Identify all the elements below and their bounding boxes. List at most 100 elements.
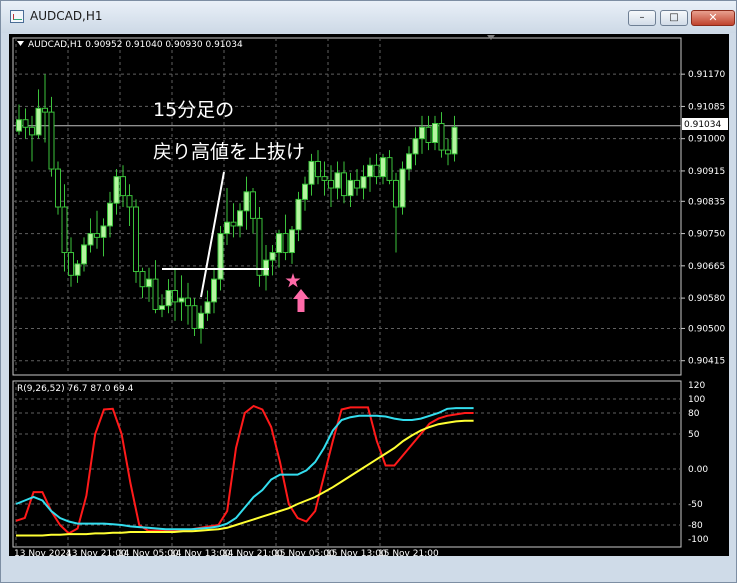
candle-bear (191, 305, 198, 329)
indicator-tick-label: -100 (688, 535, 709, 545)
candle-bull (204, 301, 211, 314)
candle-bear (230, 221, 237, 227)
candle-bear (139, 271, 146, 288)
rci-lines (15, 404, 474, 537)
candle-bull (302, 183, 308, 200)
candle-bull (178, 297, 185, 303)
current-price-label: 0.91034 (684, 120, 721, 130)
price-tick-label: 0.90915 (688, 167, 725, 177)
price-tick-label: 0.90665 (688, 262, 725, 272)
time-axis: 13 Nov 202413 Nov 21:0014 Nov 05:0014 No… (14, 549, 439, 559)
rci-slow-line (16, 419, 474, 537)
candle-bear (354, 179, 360, 189)
candle-bear (445, 149, 451, 155)
price-tick-label: 0.90580 (688, 294, 725, 304)
candle-bull (81, 244, 87, 265)
price-tick-label: 0.91170 (688, 70, 725, 80)
candle-bull (406, 153, 412, 170)
candle-bear (315, 160, 321, 178)
main-panel-frame (12, 37, 682, 376)
price-tick-label: 0.91000 (688, 135, 725, 145)
candle-bull (224, 221, 230, 235)
candle-bear (172, 290, 178, 303)
candle-bear (256, 217, 263, 276)
indicator-tick-label: -80 (688, 521, 703, 531)
candle-bull (399, 168, 406, 208)
candle-bull (217, 233, 224, 280)
candle-bear (42, 107, 48, 113)
candle-bear (373, 164, 380, 178)
candle-bear (120, 176, 126, 197)
candle-bear (185, 297, 191, 307)
candle-bull (308, 160, 315, 185)
annotation-line-2: 戻り高値を上抜け (153, 141, 305, 163)
price-tick-label: 0.90500 (688, 324, 725, 334)
indicator-label: R(9,26,52) 76.7 87.0 69.4 (17, 384, 134, 394)
indicator-tick-label: 80 (688, 409, 700, 419)
time-tick-label: 15 Nov 21:00 (378, 549, 439, 556)
candle-bull (211, 278, 217, 303)
candle-bull (87, 233, 94, 246)
candle-bear (282, 233, 289, 254)
price-chart[interactable]: AUDCAD,H1 0.90952 0.91040 0.90930 0.9103… (9, 34, 729, 559)
candle-bull (107, 202, 113, 227)
candle-bear (438, 123, 445, 151)
chart-window: AUDCAD,H1 – □ ✕ AUDCAD,H1 0.90952 0.9104… (0, 0, 737, 583)
candle-bear (250, 191, 256, 219)
candle-bull (419, 126, 425, 140)
maximize-button[interactable]: □ (660, 10, 688, 26)
candle-bull (243, 191, 250, 212)
chart-menu-arrow-icon[interactable] (17, 41, 24, 46)
candle-bull (269, 252, 276, 261)
candle-bear (341, 172, 347, 197)
candle-bull (35, 107, 42, 136)
chart-area[interactable]: AUDCAD,H1 0.90952 0.91040 0.90930 0.9103… (9, 34, 729, 559)
candle-bull (146, 278, 152, 288)
candle-bear (48, 111, 55, 170)
candle-bull (380, 157, 386, 178)
minimize-icon: – (639, 12, 645, 23)
star-marker-icon (285, 273, 301, 288)
candle-bear (425, 126, 432, 143)
window-title: AUDCAD,H1 (30, 9, 103, 23)
candle-bull (367, 164, 373, 178)
candle-bear (393, 179, 399, 208)
grid (13, 38, 681, 547)
maximize-icon: □ (669, 12, 679, 23)
candle-bull (360, 176, 367, 189)
price-tick-label: 0.91085 (688, 102, 725, 112)
candle-bull (263, 259, 269, 276)
candle-bull (100, 225, 107, 238)
candle-bull (276, 233, 282, 254)
candle-bear (133, 206, 139, 273)
candle-bear (321, 176, 328, 181)
candle-bear (68, 252, 74, 276)
indicator-tick-label: 120 (688, 381, 705, 391)
price-tick-label: 0.90415 (688, 357, 725, 367)
title-bar[interactable]: AUDCAD,H1 – □ ✕ (1, 1, 736, 33)
candle-bull (432, 123, 438, 143)
indicator-axis: 120 100 80 50 0.00 -50 -80 -100 (688, 381, 709, 545)
close-button[interactable]: ✕ (691, 10, 735, 26)
candle-bull (347, 179, 354, 197)
candle-bull (295, 198, 302, 231)
rci-fast-line (15, 404, 474, 535)
candle-bear (126, 195, 133, 208)
candle-bear (61, 206, 68, 254)
buy-arrow-icon (293, 289, 309, 312)
price-axis: 0.91170 0.91085 0.91000 0.90915 0.90835 0.907… (681, 70, 725, 367)
indicator-tick-label: 0.00 (688, 465, 708, 475)
candle-bull (237, 210, 243, 227)
candle-bull (451, 126, 458, 155)
candle-bear (328, 179, 334, 189)
candle-bear (152, 278, 159, 310)
time-tick-label: 13 Nov 2024 (14, 549, 72, 556)
indicator-tick-label: -50 (688, 500, 703, 510)
candle-bull (113, 176, 120, 204)
candle-bull (74, 263, 81, 276)
minimize-button[interactable]: – (628, 10, 656, 26)
candle-bull (16, 119, 22, 132)
candle-bull (159, 305, 165, 310)
candle-bear (55, 168, 61, 208)
chart-window-icon (10, 10, 24, 23)
